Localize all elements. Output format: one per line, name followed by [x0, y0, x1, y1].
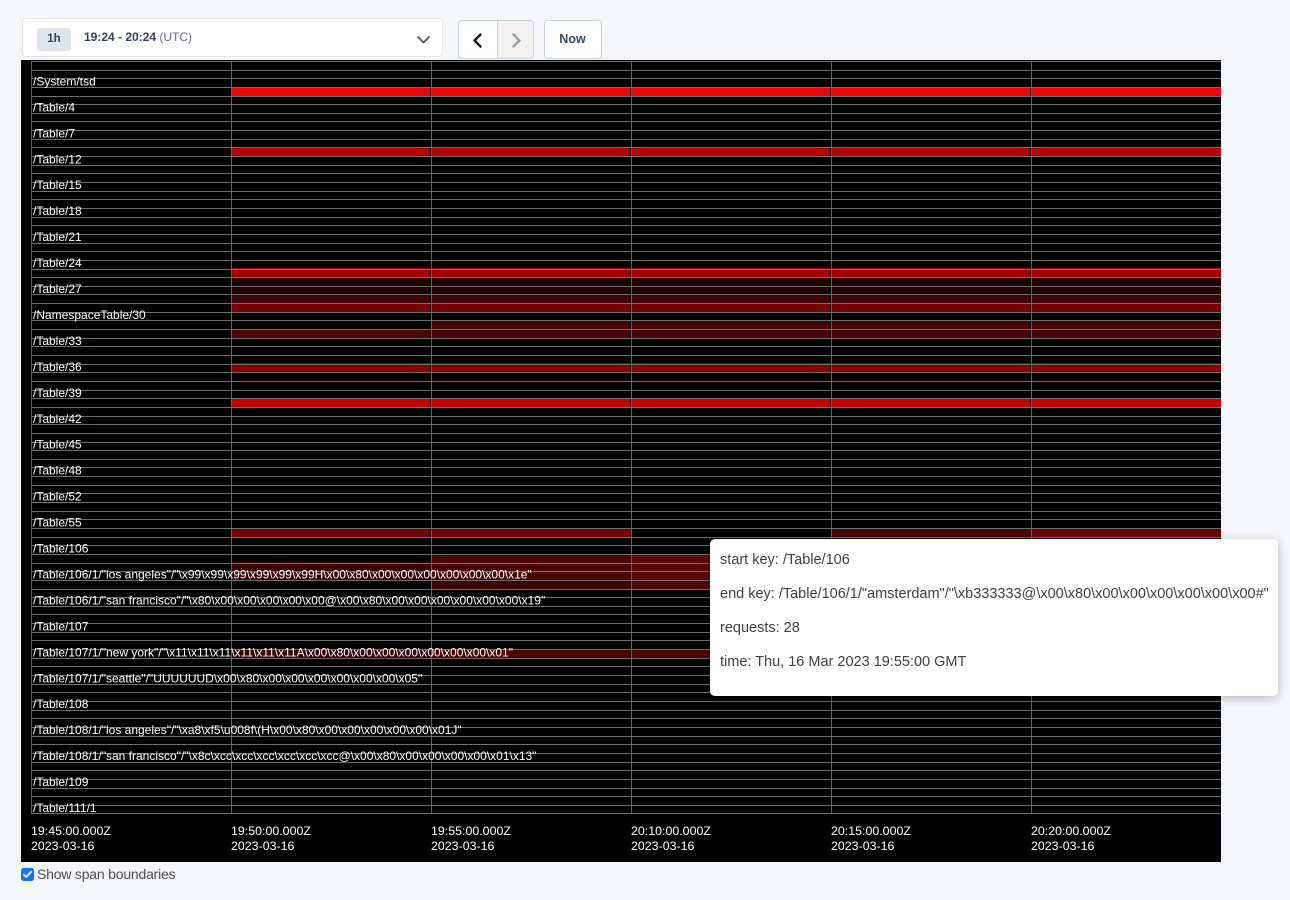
svg-text:/Table/109: /Table/109 [33, 775, 89, 789]
svg-text:/Table/107/1/"new york"/"\x11\: /Table/107/1/"new york"/"\x11\x11\x11\x1… [33, 645, 513, 659]
svg-text:/Table/15: /Table/15 [33, 178, 82, 192]
svg-text:2023-03-16: 2023-03-16 [231, 839, 294, 853]
svg-text:2023-03-16: 2023-03-16 [431, 839, 494, 853]
svg-text:/Table/39: /Table/39 [33, 386, 82, 400]
svg-text:/Table/106/1/"los angeles"/"\x: /Table/106/1/"los angeles"/"\x99\x99\x99… [33, 567, 532, 581]
svg-text:19:50:00.000Z: 19:50:00.000Z [231, 824, 311, 838]
svg-text:/Table/107: /Table/107 [33, 619, 89, 633]
svg-text:/Table/12: /Table/12 [33, 152, 82, 166]
svg-text:/Table/106/1/"san francisco"/": /Table/106/1/"san francisco"/"\x80\x00\x… [33, 593, 545, 607]
svg-text:/Table/18: /Table/18 [33, 204, 82, 218]
svg-text:2023-03-16: 2023-03-16 [831, 839, 894, 853]
svg-text:/Table/4: /Table/4 [33, 100, 75, 114]
svg-text:/NamespaceTable/30: /NamespaceTable/30 [33, 308, 146, 322]
svg-text:19:45:00.000Z: 19:45:00.000Z [31, 824, 111, 838]
svg-text:2023-03-16: 2023-03-16 [31, 839, 94, 853]
svg-text:/Table/36: /Table/36 [33, 360, 82, 374]
svg-text:/Table/42: /Table/42 [33, 412, 82, 426]
svg-text:/Table/106: /Table/106 [33, 542, 89, 556]
svg-text:19:55:00.000Z: 19:55:00.000Z [431, 824, 511, 838]
svg-text:/Table/24: /Table/24 [33, 256, 82, 270]
svg-text:20:15:00.000Z: 20:15:00.000Z [831, 824, 911, 838]
svg-text:/Table/45: /Table/45 [33, 438, 82, 452]
svg-text:/Table/48: /Table/48 [33, 464, 82, 478]
svg-text:/Table/108/1/"los angeles"/"\x: /Table/108/1/"los angeles"/"\xa8\xf5\u00… [33, 723, 462, 737]
svg-text:2023-03-16: 2023-03-16 [1031, 839, 1094, 853]
svg-text:/Table/107/1/"seattle"/"UUUUUU: /Table/107/1/"seattle"/"UUUUUUD\x00\x80\… [33, 671, 422, 685]
svg-text:20:10:00.000Z: 20:10:00.000Z [631, 824, 711, 838]
svg-text:/Table/27: /Table/27 [33, 282, 82, 296]
svg-text:/Table/7: /Table/7 [33, 126, 75, 140]
svg-text:/Table/111/1: /Table/111/1 [33, 801, 97, 815]
svg-text:/Table/52: /Table/52 [33, 490, 82, 504]
svg-text:20:20:00.000Z: 20:20:00.000Z [1031, 824, 1111, 838]
svg-text:2023-03-16: 2023-03-16 [631, 839, 694, 853]
svg-text:/Table/108/1/"san francisco"/": /Table/108/1/"san francisco"/"\x8c\xcc\x… [33, 749, 536, 763]
svg-text:/Table/33: /Table/33 [33, 334, 82, 348]
svg-text:/System/tsd: /System/tsd [33, 74, 96, 88]
svg-text:/Table/21: /Table/21 [33, 230, 82, 244]
svg-text:/Table/55: /Table/55 [33, 516, 82, 530]
svg-text:/Table/108: /Table/108 [33, 697, 89, 711]
